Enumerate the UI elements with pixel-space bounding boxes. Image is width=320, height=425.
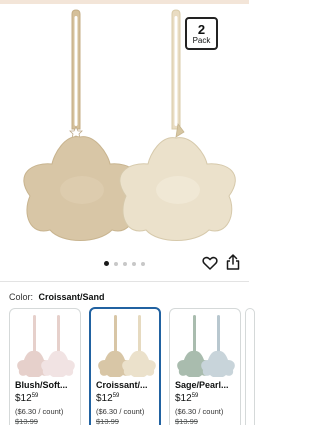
heart-icon[interactable] bbox=[202, 255, 218, 271]
swatch-unit-price: ($6.30 / count) bbox=[15, 407, 64, 416]
swatch-thumbnail bbox=[177, 315, 235, 377]
gallery-dot[interactable] bbox=[132, 261, 136, 266]
pack-count-label: Pack bbox=[192, 35, 211, 45]
color-swatch-list[interactable]: Blush/Soft... $1259 ($6.30 / count) $13.… bbox=[0, 306, 255, 425]
color-swatch-partial[interactable] bbox=[245, 308, 255, 425]
pack-count-badge: 2 Pack bbox=[185, 17, 218, 50]
swatch-price: $1259 bbox=[15, 393, 38, 404]
gallery-dot[interactable] bbox=[123, 261, 127, 266]
gallery-dot[interactable] bbox=[141, 261, 145, 266]
color-swatch-blush[interactable]: Blush/Soft... $1259 ($6.30 / count) $13.… bbox=[9, 308, 81, 425]
color-selector-label: Color: Croissant/Sand bbox=[9, 292, 105, 303]
section-divider bbox=[0, 281, 249, 282]
pack-count-number: 2 bbox=[197, 21, 206, 37]
color-swatch-croissant[interactable]: Croissant/... $1259 ($6.30 / count) $13.… bbox=[89, 307, 161, 425]
swatch-list-price: $13.99 bbox=[175, 417, 198, 425]
price-whole: $12 bbox=[96, 393, 113, 404]
share-icon[interactable] bbox=[226, 254, 240, 270]
swatch-price: $1259 bbox=[96, 393, 119, 404]
gallery-dot[interactable] bbox=[104, 261, 109, 266]
swatch-price: $1259 bbox=[175, 393, 198, 404]
price-whole: $12 bbox=[15, 393, 32, 404]
swatch-name: Blush/Soft... bbox=[15, 380, 68, 390]
swatch-name: Croissant/... bbox=[96, 380, 148, 390]
gallery-pagination[interactable] bbox=[104, 261, 145, 266]
swatch-thumbnail bbox=[98, 315, 156, 377]
color-swatch-sage[interactable]: Sage/Pearl... $1259 ($6.30 / count) $13.… bbox=[169, 308, 241, 425]
color-value: Croissant/Sand bbox=[38, 292, 105, 302]
color-label: Color: bbox=[9, 292, 34, 302]
swatch-list-price: $13.99 bbox=[15, 417, 38, 425]
swatch-name: Sage/Pearl... bbox=[175, 380, 229, 390]
swatch-list-price: $13.99 bbox=[96, 417, 119, 425]
price-whole: $12 bbox=[175, 393, 192, 404]
price-fraction: 59 bbox=[112, 393, 120, 399]
price-fraction: 59 bbox=[31, 393, 39, 399]
price-fraction: 59 bbox=[191, 393, 199, 399]
product-image-gallery[interactable]: 2 Pack bbox=[0, 4, 249, 250]
swatch-unit-price: ($6.30 / count) bbox=[175, 407, 224, 416]
swatch-thumbnail bbox=[17, 315, 75, 377]
gallery-dot[interactable] bbox=[114, 261, 118, 266]
swatch-unit-price: ($6.30 / count) bbox=[96, 407, 145, 416]
